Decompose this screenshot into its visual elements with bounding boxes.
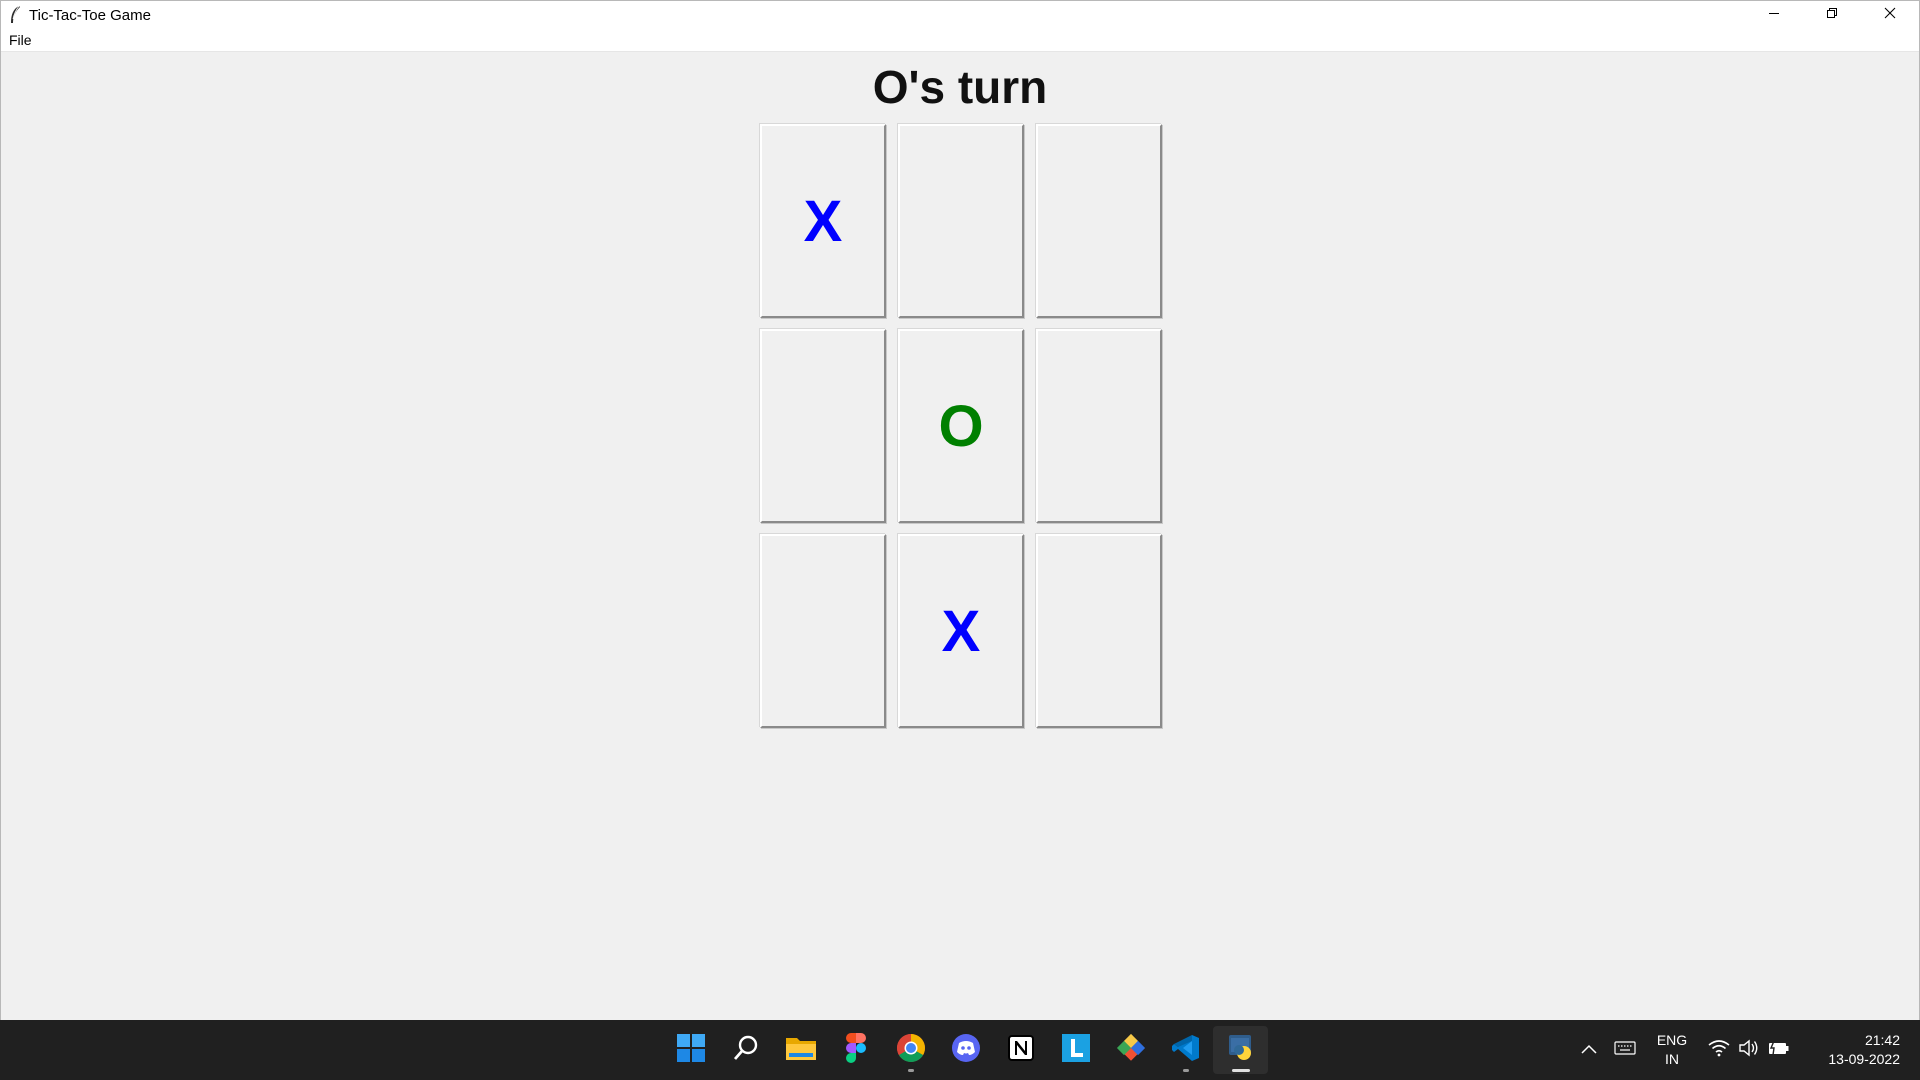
menu-file[interactable]: File [1,32,40,48]
cell-r2-c3[interactable] [1036,329,1162,523]
taskbar: ENG IN 21:42 13-09-2022 [0,1020,1920,1080]
l-app-icon [1061,1033,1091,1068]
volume-button[interactable] [1734,1035,1764,1065]
wifi-button[interactable] [1704,1035,1734,1065]
file-explorer-icon [785,1034,817,1067]
discord-icon [951,1033,981,1068]
l-app-button[interactable] [1048,1026,1103,1074]
feather-icon [3,1,27,29]
battery-button[interactable] [1764,1035,1794,1065]
notion-icon [1007,1034,1035,1067]
game-area: O's turn X O X [1,52,1919,1020]
keyboard-icon [1614,1040,1636,1060]
battery-charging-icon [1768,1040,1790,1061]
notion-button[interactable] [993,1026,1048,1074]
clock-date: 13-09-2022 [1828,1051,1900,1067]
close-button[interactable] [1861,1,1919,29]
cell-r1-c1[interactable]: X [760,124,886,318]
close-icon [1884,6,1896,24]
window-controls [1745,1,1919,29]
python-icon [1226,1033,1256,1068]
start-button[interactable] [663,1026,718,1074]
active-indicator [1231,1069,1250,1072]
discord-button[interactable] [938,1026,993,1074]
windows-start-icon [676,1033,706,1068]
git-button[interactable] [1103,1026,1158,1074]
figma-icon [845,1032,866,1068]
figma-button[interactable] [828,1026,883,1074]
vscode-button[interactable] [1158,1026,1213,1074]
restore-button[interactable] [1803,1,1861,29]
chrome-icon [896,1033,926,1068]
cell-r1-c3[interactable] [1036,124,1162,318]
cell-r3-c2[interactable]: X [898,534,1024,728]
keyboard-button[interactable] [1610,1035,1640,1065]
git-icon [1116,1033,1146,1068]
minimize-icon [1768,6,1780,24]
taskbar-apps [663,1020,1268,1080]
app-window: Tic-Tac-Toe Game File O's turn X O X [0,0,1920,1020]
language-code: ENG [1656,1032,1688,1048]
search-button[interactable] [718,1026,773,1074]
game-board: X O X [760,124,1162,728]
cell-r3-c1[interactable] [760,534,886,728]
region-code: IN [1665,1051,1679,1067]
chrome-button[interactable] [883,1026,938,1074]
cell-r1-c2[interactable] [898,124,1024,318]
clock[interactable]: 21:42 13-09-2022 [1808,1031,1900,1069]
show-hidden-icons-button[interactable] [1574,1035,1604,1065]
vscode-icon [1171,1033,1201,1068]
language-indicator[interactable]: ENG IN [1650,1031,1694,1069]
cell-r3-c3[interactable] [1036,534,1162,728]
system-tray: ENG IN 21:42 13-09-2022 [1574,1020,1920,1080]
cell-r2-c1[interactable] [760,329,886,523]
python-button[interactable] [1213,1026,1268,1074]
cell-r2-c2[interactable]: O [898,329,1024,523]
chevron-up-icon [1581,1041,1597,1059]
running-indicator [1182,1069,1189,1072]
minimize-button[interactable] [1745,1,1803,29]
clock-time: 21:42 [1864,1032,1900,1048]
window-title: Tic-Tac-Toe Game [29,6,151,24]
title-bar[interactable]: Tic-Tac-Toe Game [1,1,1919,29]
speaker-icon [1738,1039,1760,1062]
running-indicator [907,1069,914,1072]
restore-icon [1826,6,1838,24]
menu-bar: File [1,29,1919,52]
search-icon [731,1033,761,1068]
turn-status: O's turn [872,61,1048,113]
file-explorer-button[interactable] [773,1026,828,1074]
wifi-icon [1708,1039,1730,1062]
